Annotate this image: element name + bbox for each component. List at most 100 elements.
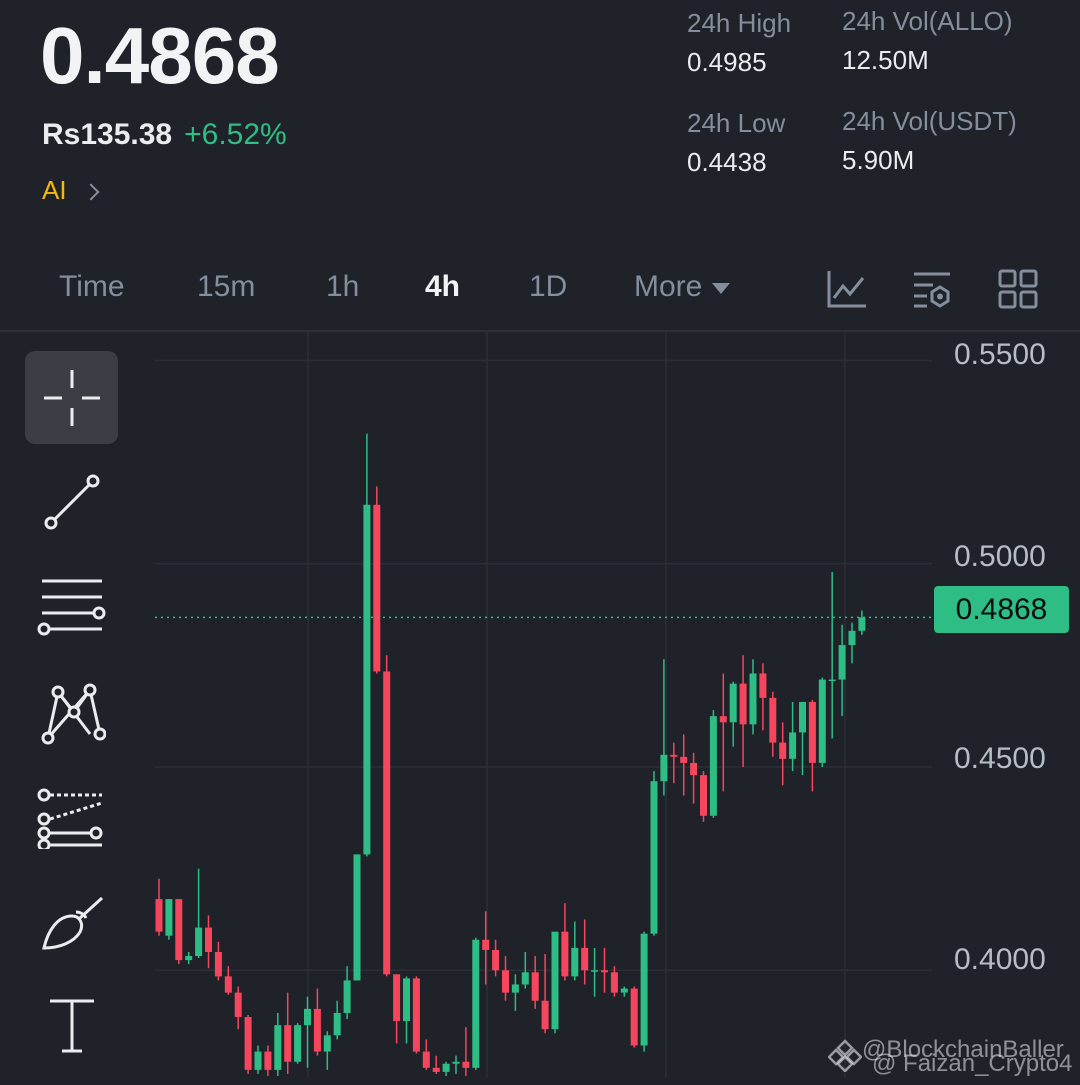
- crosshair-tool[interactable]: [25, 351, 118, 444]
- candle: [789, 701, 797, 772]
- candle: [472, 937, 480, 1070]
- candle-body: [492, 949, 500, 971]
- candle: [828, 571, 836, 739]
- candle-body: [284, 1025, 292, 1062]
- candle: [353, 854, 361, 981]
- candle-body: [541, 1000, 549, 1030]
- candle-body: [224, 976, 232, 993]
- y-axis-tick: 0.4000: [954, 943, 1046, 976]
- candle-body: [700, 775, 707, 816]
- candle-body: [185, 956, 193, 961]
- candle: [393, 974, 401, 1044]
- brush-icon: [41, 896, 103, 950]
- candle-body: [373, 504, 381, 672]
- candle-body: [729, 683, 737, 723]
- candle: [749, 659, 757, 735]
- candle: [502, 956, 509, 1001]
- candle-body: [393, 974, 401, 1022]
- candle: [719, 673, 727, 792]
- candle: [511, 974, 519, 1011]
- candle: [640, 931, 648, 1052]
- candle: [739, 655, 747, 767]
- candle: [581, 919, 589, 985]
- candle: [313, 988, 321, 1056]
- candle: [620, 986, 628, 997]
- fibonacci-channel-tool[interactable]: [25, 770, 118, 863]
- candle: [294, 1023, 302, 1064]
- candle-body: [214, 951, 222, 977]
- candle: [700, 771, 707, 822]
- candle: [195, 868, 203, 959]
- pattern-tool[interactable]: [25, 665, 118, 758]
- y-axis-tick: 0.4500: [954, 742, 1046, 775]
- text-tool[interactable]: [25, 978, 118, 1071]
- candle-body: [620, 988, 628, 993]
- candle-body: [155, 899, 163, 932]
- candle-body: [581, 947, 589, 971]
- candle: [343, 966, 351, 1020]
- candle-body: [462, 1061, 470, 1068]
- candle: [759, 663, 767, 731]
- candle: [442, 1061, 450, 1076]
- candle-body: [709, 716, 717, 816]
- candle-body: [274, 1025, 282, 1070]
- horizontal-lines-tool[interactable]: [25, 560, 118, 653]
- candle-body: [848, 630, 856, 646]
- candle: [769, 691, 777, 757]
- candlestick-chart[interactable]: [0, 0, 1080, 1085]
- candle: [432, 1055, 440, 1074]
- candle: [551, 931, 559, 1034]
- candle: [284, 992, 292, 1074]
- candle-body: [343, 980, 351, 1013]
- candle: [165, 899, 173, 940]
- candle-body: [432, 1067, 440, 1072]
- candle-body: [323, 1035, 331, 1052]
- candle-body: [789, 732, 797, 759]
- candle-body: [670, 754, 678, 757]
- candle: [462, 1027, 470, 1076]
- candle: [808, 699, 816, 792]
- exchange-logo-icon: [828, 1039, 862, 1072]
- candle: [630, 986, 638, 1048]
- candle: [561, 903, 569, 981]
- candle-body: [472, 939, 480, 1068]
- candle: [650, 771, 658, 936]
- candle: [670, 742, 678, 784]
- candle-body: [799, 701, 806, 733]
- candle: [254, 1045, 262, 1074]
- brush-tool[interactable]: [25, 875, 118, 968]
- candle-body: [234, 992, 242, 1018]
- candle: [264, 1045, 272, 1076]
- last-price-tag: 0.4868: [934, 586, 1069, 633]
- horizontal-lines-icon: [37, 579, 105, 635]
- candle-body: [442, 1063, 450, 1072]
- candle: [363, 433, 371, 857]
- candle-body: [571, 947, 579, 977]
- candle-body: [264, 1051, 272, 1070]
- candle: [205, 915, 212, 969]
- crosshair-icon: [43, 369, 100, 426]
- candle: [858, 610, 866, 635]
- candle-body: [452, 1061, 460, 1064]
- candle: [333, 1000, 341, 1040]
- candle-body: [749, 673, 757, 725]
- y-axis-tick: 0.5500: [954, 338, 1046, 371]
- candle-body: [412, 978, 420, 1052]
- candle-body: [818, 679, 826, 763]
- candle-body: [719, 716, 727, 723]
- candle-body: [690, 762, 698, 776]
- candle: [244, 1014, 252, 1074]
- candle-body: [244, 1017, 252, 1070]
- candle: [403, 976, 410, 1044]
- candle-body: [502, 970, 509, 993]
- trend-line-tool[interactable]: [25, 455, 118, 548]
- candle-body: [640, 933, 648, 1046]
- candle: [541, 954, 549, 1034]
- candle: [452, 1055, 460, 1074]
- candle: [412, 976, 420, 1054]
- candle-body: [660, 754, 668, 782]
- candle-body: [521, 972, 529, 985]
- candle-body: [769, 697, 777, 743]
- candle: [274, 1012, 282, 1076]
- candle-body: [254, 1051, 262, 1070]
